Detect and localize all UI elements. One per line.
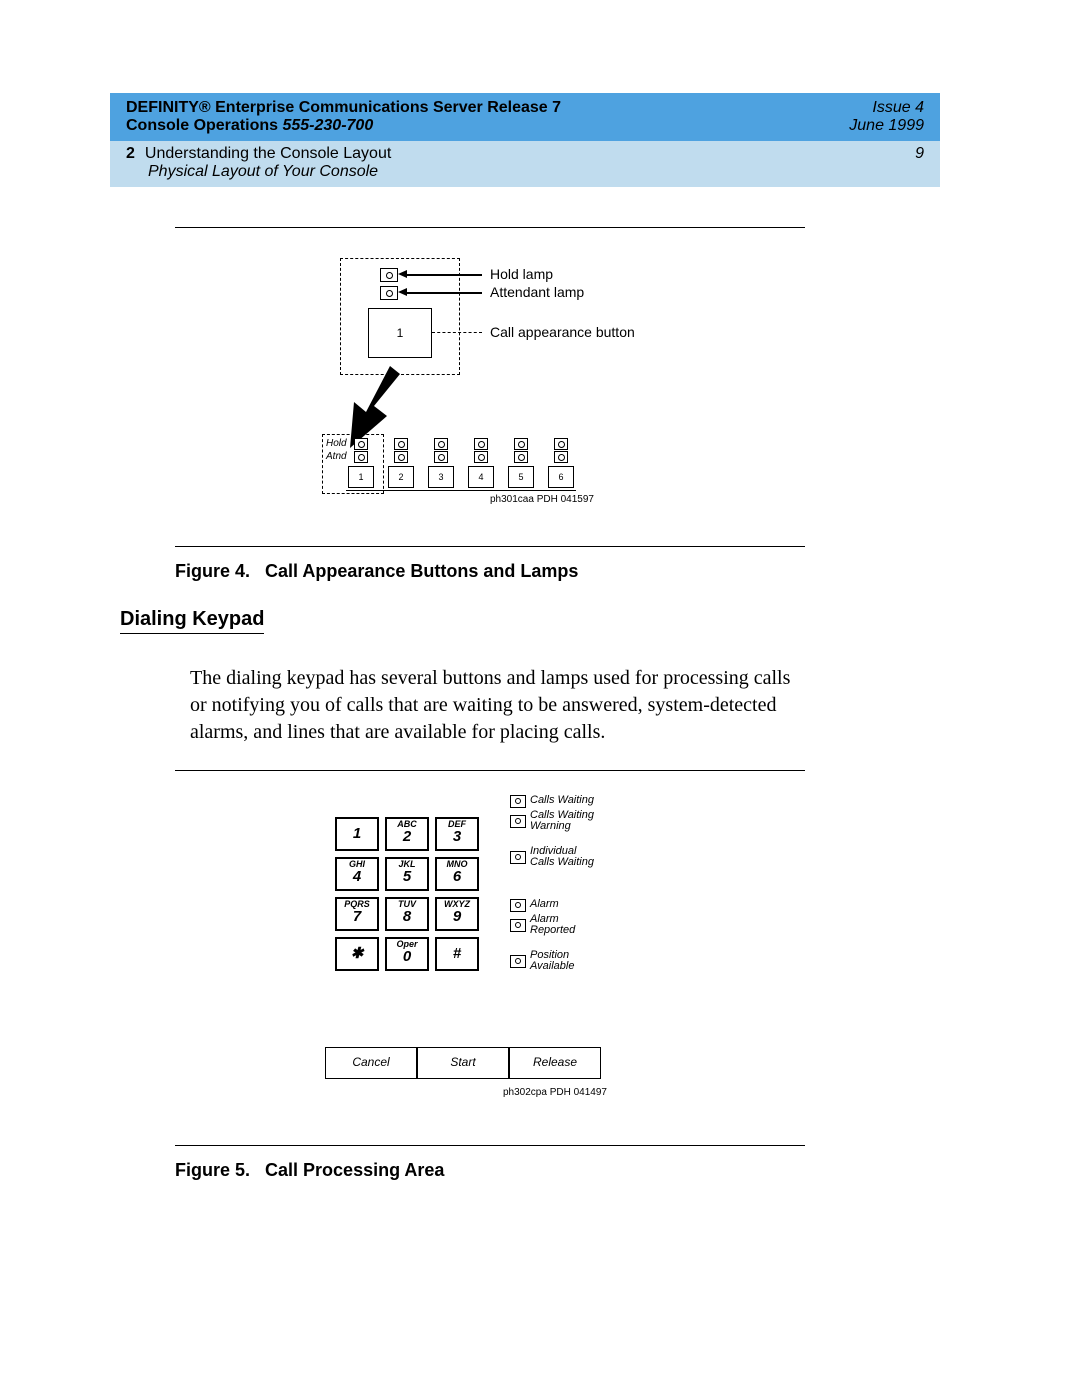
header-bottom-row: 2 Understanding the Console Layout Physic… <box>110 141 940 187</box>
rule <box>175 770 805 771</box>
strip-lamp <box>514 451 528 463</box>
figure-4-title: Call Appearance Buttons and Lamps <box>265 561 578 581</box>
calls-waiting-lamp-icon <box>510 795 526 808</box>
strip-lamp <box>554 438 568 450</box>
call-appearance-button: 1 <box>368 308 432 358</box>
header-section: 2 Understanding the Console Layout Physic… <box>126 145 391 181</box>
strip-lamp <box>354 438 368 450</box>
section-title: Understanding the Console Layout <box>145 145 391 162</box>
ca-button-label: Call appearance button <box>490 324 635 340</box>
figure-4-caption: Figure 4. Call Appearance Buttons and La… <box>175 561 895 582</box>
release-button: Release <box>509 1047 601 1079</box>
figure-5-title: Call Processing Area <box>265 1160 444 1180</box>
strip-lamp <box>514 438 528 450</box>
rule <box>175 1145 805 1146</box>
keypad-key-3: DEF3 <box>435 817 479 851</box>
strip-lamp <box>394 438 408 450</box>
cancel-button: Cancel <box>325 1047 417 1079</box>
figure-5-label: Figure 5. <box>175 1160 250 1180</box>
rule <box>175 546 805 547</box>
arrow-head-icon <box>398 270 407 278</box>
dialing-keypad-heading: Dialing Keypad <box>120 608 264 634</box>
strip-atnd-label: Atnd <box>326 451 347 462</box>
keypad-key-8: TUV8 <box>385 897 429 931</box>
dashed-arrow-line <box>432 332 482 333</box>
header-title-line2a: Console Operations <box>126 117 282 134</box>
keypad-key-6: MNO6 <box>435 857 479 891</box>
start-button: Start <box>417 1047 509 1079</box>
individual-calls-lamp-icon <box>510 851 526 864</box>
strip-lamp <box>394 451 408 463</box>
keypad-key-9: WXYZ9 <box>435 897 479 931</box>
arrow-line <box>407 292 482 294</box>
strip-button: 6 <box>548 466 574 488</box>
keypad-key-4: GHI4 <box>335 857 379 891</box>
header-top-row: DEFINITY® Enterprise Communications Serv… <box>110 93 940 141</box>
strip-num: 6 <box>558 472 563 482</box>
content-area: 1 Hold lamp Attendant lamp Call appearan… <box>175 227 895 1181</box>
keypad-key-1: 1 <box>335 817 379 851</box>
arrow-head-icon <box>398 288 407 296</box>
page-number: 9 <box>915 145 924 181</box>
header-issue-date: Issue 4 June 1999 <box>849 99 924 135</box>
figure-4-reference: ph301caa PDH 041597 <box>490 494 594 505</box>
header-date: June 1999 <box>849 117 924 134</box>
header-title-line1: DEFINITY® Enterprise Communications Serv… <box>126 99 561 116</box>
strip-lamp <box>554 451 568 463</box>
strip-num: 4 <box>478 472 483 482</box>
alarm-reported-lamp-icon <box>510 919 526 932</box>
strip-lamp <box>354 451 368 463</box>
page: DEFINITY® Enterprise Communications Serv… <box>0 0 1080 1181</box>
keypad-key-5: JKL5 <box>385 857 429 891</box>
strip-num: 3 <box>438 472 443 482</box>
header-doc-number: 555-230-700 <box>282 117 373 134</box>
hold-lamp-label: Hold lamp <box>490 266 553 282</box>
individual-calls-label-2: Calls Waiting <box>530 856 594 868</box>
calls-waiting-warning-label-2: Warning <box>530 820 571 832</box>
strip-lamp <box>474 451 488 463</box>
strip-button: 1 <box>348 466 374 488</box>
body-paragraph: The dialing keypad has several buttons a… <box>190 665 800 746</box>
strip-button: 4 <box>468 466 494 488</box>
subsection-title: Physical Layout of Your Console <box>148 163 391 181</box>
strip-lamp <box>474 438 488 450</box>
alarm-lamp-icon <box>510 899 526 912</box>
attendant-lamp-icon <box>380 286 398 300</box>
figure-4-diagram: 1 Hold lamp Attendant lamp Call appearan… <box>340 258 840 518</box>
rule <box>175 227 805 228</box>
hold-lamp-icon <box>380 268 398 282</box>
keypad-key-0: Oper0 <box>385 937 429 971</box>
alarm-reported-label-2: Reported <box>530 924 575 936</box>
position-available-label-2: Available <box>530 960 574 972</box>
figure-5-diagram: 1 ABC2 DEF3 GHI4 JKL5 MNO6 PQRS7 TUV8 WX… <box>335 787 835 1117</box>
strip-num: 5 <box>518 472 523 482</box>
header-title: DEFINITY® Enterprise Communications Serv… <box>126 99 561 135</box>
arrow-line <box>407 274 482 276</box>
keypad-key-star: ✱ <box>335 937 379 971</box>
attendant-lamp-label: Attendant lamp <box>490 284 584 300</box>
header-issue: Issue 4 <box>872 99 924 116</box>
ca-button-number: 1 <box>397 326 404 340</box>
strip-num: 1 <box>358 472 363 482</box>
figure-5-reference: ph302cpa PDH 041497 <box>503 1087 607 1098</box>
keypad-key-hash: # <box>435 937 479 971</box>
alarm-label: Alarm <box>530 898 559 910</box>
strip-button: 2 <box>388 466 414 488</box>
section-number: 2 <box>126 145 135 162</box>
calls-waiting-label: Calls Waiting <box>530 794 594 806</box>
strip-button: 3 <box>428 466 454 488</box>
strip-lamp <box>434 438 448 450</box>
figure-4-label: Figure 4. <box>175 561 250 581</box>
strip-hold-label: Hold <box>326 438 347 449</box>
keypad-key-7: PQRS7 <box>335 897 379 931</box>
position-available-lamp-icon <box>510 955 526 968</box>
keypad-key-2: ABC2 <box>385 817 429 851</box>
strip-baseline <box>346 490 576 491</box>
strip-num: 2 <box>398 472 403 482</box>
figure-5-caption: Figure 5. Call Processing Area <box>175 1160 895 1181</box>
page-header: DEFINITY® Enterprise Communications Serv… <box>110 93 940 187</box>
strip-button: 5 <box>508 466 534 488</box>
strip-lamp <box>434 451 448 463</box>
calls-waiting-warning-lamp-icon <box>510 815 526 828</box>
